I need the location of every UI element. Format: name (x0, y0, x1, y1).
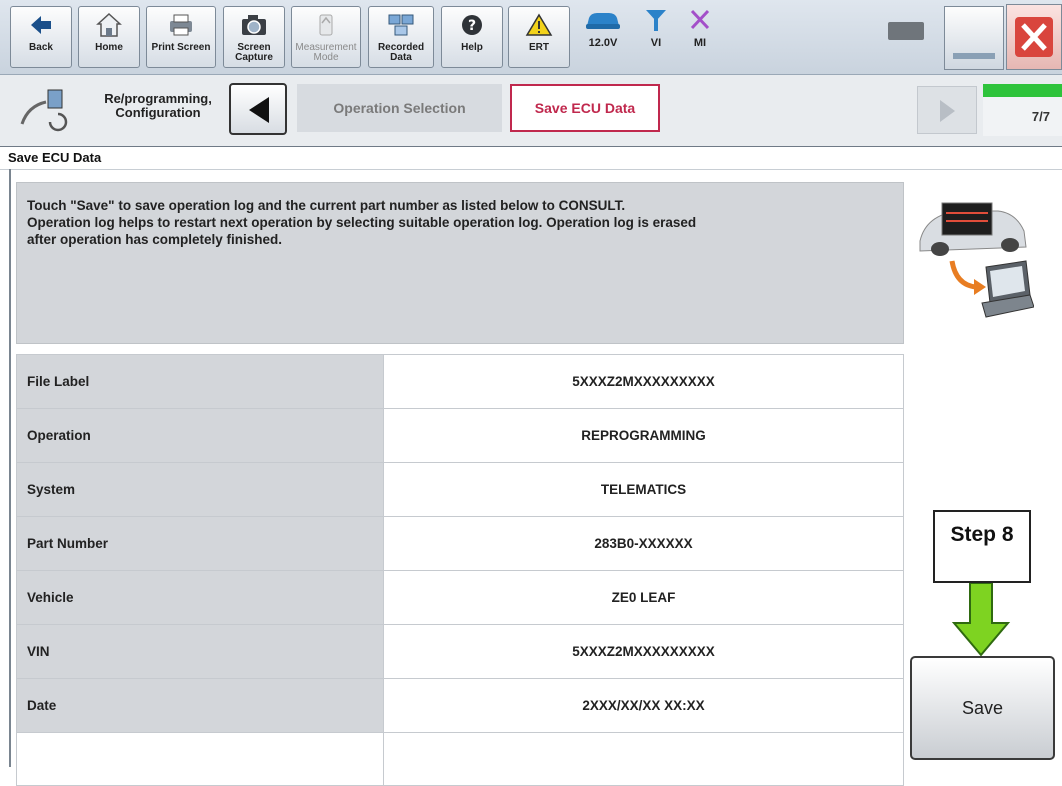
page-title: Save ECU Data (8, 150, 102, 165)
table-row: VIN 5XXXZ2MXXXXXXXXX (16, 624, 904, 679)
table-row: Part Number 283B0-XXXXXX (16, 516, 904, 571)
voltage-label: 12.0V (588, 37, 618, 49)
back-arrow-icon (11, 7, 71, 43)
row-label: Date (16, 678, 384, 733)
breadcrumb-section: Re/programming, Configuration (104, 91, 212, 120)
save-label: Save (961, 697, 1004, 718)
row-label: Part Number (16, 516, 384, 571)
row-label: VIN (16, 624, 384, 679)
row-value (383, 732, 904, 786)
page-title-bar: Save ECU Data (0, 147, 1062, 170)
battery-icon (888, 22, 924, 40)
row-label: File Label (16, 354, 384, 409)
camera-icon (224, 7, 284, 43)
ert-button[interactable]: ERT (508, 6, 570, 68)
measurement-icon (292, 7, 360, 43)
minimize-icon (953, 53, 995, 59)
table-row: System TELEMATICS (16, 462, 904, 517)
print-screen-button[interactable]: Print Screen (146, 6, 216, 68)
recorded-data-label: Recorded Data (377, 42, 425, 63)
row-value: TELEMATICS (383, 462, 904, 517)
row-value: ZE0 LEAF (383, 570, 904, 625)
home-button[interactable]: Home (78, 6, 140, 68)
instruction-message: Touch "Save" to save operation log and t… (16, 182, 904, 344)
mi-label: MI (693, 37, 707, 49)
close-button[interactable] (1006, 4, 1062, 70)
reprogramming-icon (16, 84, 76, 141)
back-label: Back (29, 42, 53, 53)
warning-icon (509, 7, 569, 43)
table-row: Vehicle ZE0 LEAF (16, 570, 904, 625)
measurement-mode-label: Measurement Mode (295, 42, 357, 63)
message-line: Touch "Save" to save operation log and t… (27, 198, 626, 213)
table-row-empty (16, 732, 904, 786)
step-progress: 7/7 (983, 84, 1062, 136)
message-line: Operation log helps to restart next oper… (27, 215, 697, 230)
row-value: 283B0-XXXXXX (383, 516, 904, 571)
breadcrumb-step-operation-selection[interactable]: Operation Selection (297, 84, 502, 132)
recorded-data-icon (369, 7, 433, 43)
vi-status: VI (636, 6, 676, 49)
ecu-data-table: File Label 5XXXZ2MXXXXXXXXX Operation REPRO… (16, 354, 904, 786)
vi-label: VI (650, 37, 662, 49)
measurement-mode-button[interactable]: Measurement Mode (291, 6, 361, 68)
progress-label: 7/7 (1031, 109, 1050, 124)
row-value: 5XXXZ2MXXXXXXXXX (383, 624, 904, 679)
table-row: Date 2XXX/XX/XX XX:XX (16, 678, 904, 733)
mi-status: MI (680, 6, 720, 49)
row-label: System (16, 462, 384, 517)
row-value: 5XXXZ2MXXXXXXXXX (383, 354, 904, 409)
minimize-button[interactable] (944, 6, 1004, 70)
signal-icon (646, 10, 666, 31)
previous-button[interactable] (229, 83, 287, 135)
content-divider (9, 169, 11, 767)
printer-icon (147, 7, 215, 43)
screen-capture-label: Screen Capture (235, 42, 273, 63)
help-button[interactable]: ? Help (441, 6, 503, 68)
row-value: REPROGRAMMING (383, 408, 904, 463)
screen-capture-button[interactable]: Screen Capture (223, 6, 285, 68)
help-label: Help (461, 42, 483, 53)
row-label (16, 732, 384, 786)
row-label: Vehicle (16, 570, 384, 625)
disconnected-icon (690, 9, 710, 30)
table-row: File Label 5XXXZ2MXXXXXXXXX (16, 354, 904, 409)
down-arrow-icon (950, 582, 1012, 662)
step-annotation: Step 8 (933, 510, 1031, 583)
car-laptop-illustration (912, 195, 1035, 330)
recorded-data-button[interactable]: Recorded Data (368, 6, 434, 68)
row-value: 2XXX/XX/XX XX:XX (383, 678, 904, 733)
battery-voltage-status: 12.0V (576, 6, 630, 49)
close-icon (1015, 17, 1053, 57)
help-icon: ? (442, 7, 502, 43)
car-icon (586, 13, 620, 29)
row-label: Operation (16, 408, 384, 463)
home-icon (79, 7, 139, 43)
svg-text:?: ? (468, 18, 476, 34)
toolbar: Back Home Print Screen Screen Capture Me… (0, 0, 1062, 75)
ert-label: ERT (529, 42, 549, 53)
next-button[interactable] (917, 86, 977, 134)
step-label: Step 8 (950, 523, 1014, 546)
save-button[interactable]: Save (910, 656, 1055, 760)
home-label: Home (95, 42, 123, 53)
back-button[interactable]: Back (10, 6, 72, 68)
table-row: Operation REPROGRAMMING (16, 408, 904, 463)
print-screen-label: Print Screen (151, 42, 211, 53)
message-line: after operation has completely finished. (27, 232, 283, 247)
breadcrumb-step-save-ecu-data: Save ECU Data (510, 84, 660, 132)
progress-bar-fill (983, 84, 1062, 97)
